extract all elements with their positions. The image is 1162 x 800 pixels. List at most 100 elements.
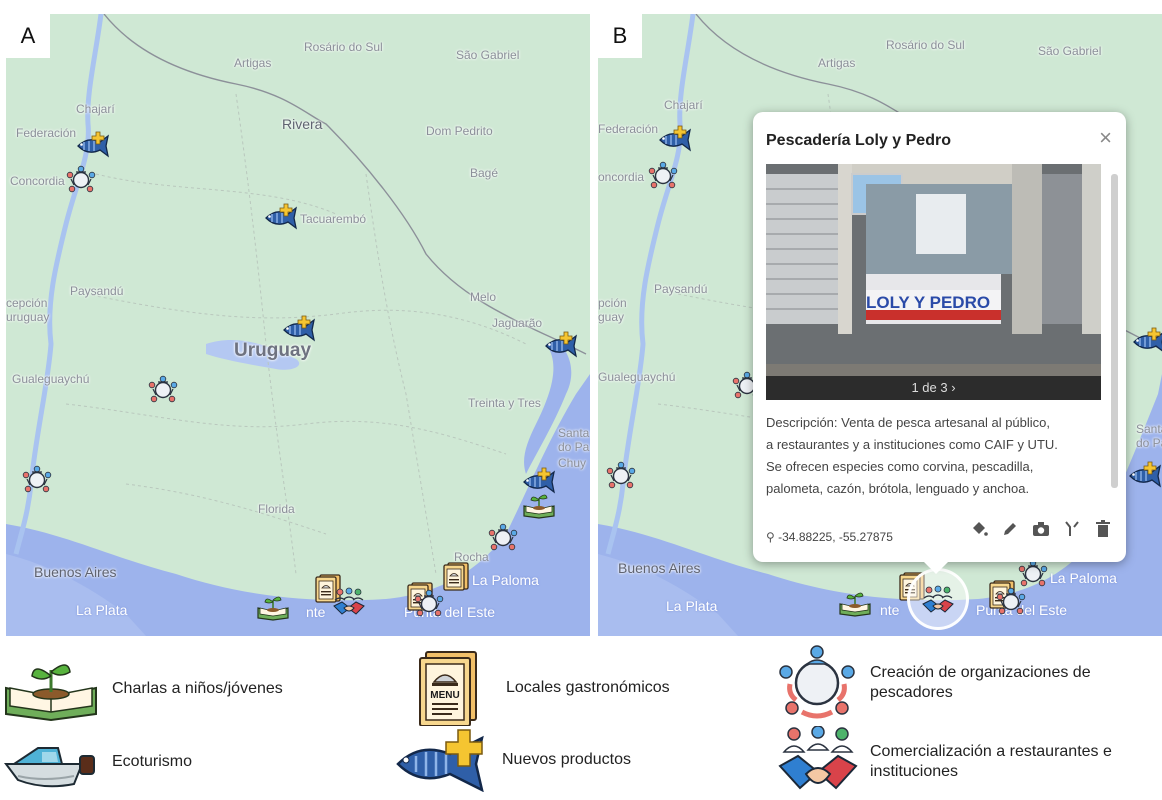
marker-org-west[interactable] <box>146 375 180 404</box>
legend-label: Charlas a niños/jóvenes <box>112 680 283 697</box>
legend-comercializacion: Comercialización a restaurantes e instit… <box>778 725 1112 798</box>
place-artigas: Artigas <box>234 56 272 70</box>
legend-label: Ecoturismo <box>112 753 193 770</box>
route-icon[interactable] <box>1063 520 1081 538</box>
coords-text: -34.88225, -55.27875 <box>778 530 893 544</box>
place-gualeguaychu: Gualeguaychú <box>12 372 90 386</box>
menu-text: MENU <box>430 690 459 701</box>
place-paysandu: Paysandú <box>70 284 124 298</box>
place-tacuarembo: Tacuarembó <box>300 212 367 226</box>
popup-toolbar <box>970 520 1112 538</box>
info-popup: Pescadería Loly y Pedro × LOLY Y PEDRO 1… <box>753 112 1126 574</box>
place-montevideo: nte <box>880 602 900 618</box>
paint-bucket-icon[interactable] <box>970 520 988 538</box>
people-circle-icon <box>774 644 860 722</box>
place-la-paloma: La Paloma <box>1050 570 1117 586</box>
place-federacion: Federación <box>598 122 659 136</box>
marker-charlas-mvd[interactable] <box>256 592 290 621</box>
marker-fish-east[interactable] <box>1128 461 1162 490</box>
marker-org-pde[interactable] <box>994 587 1028 616</box>
popup-photo[interactable]: LOLY Y PEDRO <box>766 164 1101 400</box>
place-federacion: Federación <box>16 126 77 140</box>
pencil-icon[interactable] <box>1001 520 1019 538</box>
place-rosario: Rosário do Sul <box>886 38 965 52</box>
marker-fish-jaguarao[interactable] <box>544 331 578 360</box>
legend-label-wrap: Creación de organizaciones de pescadores <box>870 663 1091 703</box>
marker-org-southwest[interactable] <box>604 461 638 490</box>
marker-fish-center[interactable] <box>282 315 316 344</box>
popup-scrollbar[interactable] <box>1111 174 1118 488</box>
place-dom-pedrito: Dom Pedrito <box>426 124 493 138</box>
place-sao-gabriel: São Gabriel <box>1038 44 1102 58</box>
marker-fish-federacion[interactable] <box>658 125 692 154</box>
place-chuy: Chuy <box>558 456 587 470</box>
place-la-plata: La Plata <box>76 602 128 618</box>
place-santa: Santa <box>1136 422 1162 436</box>
popup-title: Pescadería Loly y Pedro <box>766 132 951 149</box>
legend-label: pescadores <box>870 684 953 701</box>
marker-comercial-selected[interactable] <box>921 585 955 614</box>
desc-line: Se ofrecen especies como corvina, pescad… <box>766 459 1034 474</box>
place-treinta-y-tres: Treinta y Tres <box>468 396 541 410</box>
marker-menu-rocha[interactable] <box>440 562 474 591</box>
marker-org-concordia[interactable] <box>64 165 98 194</box>
book-sprout-icon <box>4 656 98 722</box>
place-concepcion: cepción <box>6 296 48 310</box>
legend-label: Comercialización a restaurantes e <box>870 743 1112 760</box>
place-chajari: Chajarí <box>76 102 115 116</box>
legend-label: instituciones <box>870 763 959 780</box>
map-panel-a[interactable]: A Rosário do Sul São Gabriel Artigas Cha… <box>6 14 590 636</box>
panel-label-b: B <box>598 14 642 58</box>
legend-nuevos: Nuevos productos <box>396 728 631 792</box>
place-la-plata: La Plata <box>666 598 718 614</box>
place-artigas: Artigas <box>818 56 856 70</box>
popup-tail <box>924 562 948 574</box>
trash-icon[interactable] <box>1094 520 1112 538</box>
place-rivera: Rivera <box>282 116 323 132</box>
legend-label: Nuevos productos <box>502 751 631 768</box>
legend-locales: MENU Locales gastronómicos <box>408 650 670 727</box>
camera-icon[interactable] <box>1032 520 1050 538</box>
place-montevideo: nte <box>306 604 326 620</box>
marker-org-concordia[interactable] <box>646 161 680 190</box>
close-icon[interactable]: × <box>1099 127 1112 149</box>
map-panel-b[interactable]: B Rosário do Sul São Gabriel Artigas Cha… <box>598 14 1162 636</box>
boat-icon <box>4 734 98 790</box>
legend-ecoturismo: Ecoturismo <box>4 734 192 790</box>
popup-coordinates: ⚲ -34.88225, -55.27875 <box>766 530 893 544</box>
place-florida: Florida <box>258 502 295 516</box>
place-la-paloma: La Paloma <box>472 572 539 588</box>
legend-organizaciones: Creación de organizaciones de pescadores <box>774 644 1091 722</box>
place-concordia: oncordia <box>598 170 645 184</box>
marker-org-southwest[interactable] <box>20 465 54 494</box>
marker-fish-jaguarao[interactable] <box>1132 327 1162 356</box>
place-sao-gabriel: São Gabriel <box>456 48 520 62</box>
place-buenos-aires: Buenos Aires <box>618 560 701 576</box>
legend-charlas: Charlas a niños/jóvenes <box>4 656 283 722</box>
photo-sign-text: LOLY Y PEDRO <box>866 293 990 312</box>
place-buenos-aires: Buenos Aires <box>34 564 117 580</box>
marker-charlas-east[interactable] <box>522 490 556 519</box>
photo-pager[interactable]: 1 de 3 › <box>766 376 1101 400</box>
place-gualeguaychu: Gualeguaychú <box>598 370 676 384</box>
marker-fish-federacion[interactable] <box>76 131 110 160</box>
marker-fish-tacuarembo[interactable] <box>264 203 298 232</box>
desc-line: palometa, cazón, brótola, lenguado y anc… <box>766 481 1030 496</box>
panel-label-a: A <box>6 14 50 58</box>
legend-label-wrap: Comercialización a restaurantes e instit… <box>870 742 1112 782</box>
desc-line: a restaurantes y a instituciones como CA… <box>766 437 1058 452</box>
marker-org-rocha[interactable] <box>1016 559 1050 588</box>
place-concordia: Concordia <box>10 174 65 188</box>
marker-org-pde[interactable] <box>412 589 446 618</box>
legend-label: Creación de organizaciones de <box>870 664 1091 681</box>
popup-description: Descripción: Venta de pesca artesanal al… <box>766 412 1106 500</box>
marker-comercial-mvd[interactable] <box>332 587 366 616</box>
legend-label: Locales gastronómicos <box>506 679 670 696</box>
fish-plus-icon <box>396 728 498 792</box>
pin-icon: ⚲ <box>766 530 775 544</box>
menu-card-icon: MENU <box>408 650 496 727</box>
place-concepcion: pción <box>598 296 627 310</box>
marker-charlas-mvd[interactable] <box>838 588 872 617</box>
marker-org-rocha[interactable] <box>486 523 520 552</box>
place-santa: Santa <box>558 426 590 440</box>
